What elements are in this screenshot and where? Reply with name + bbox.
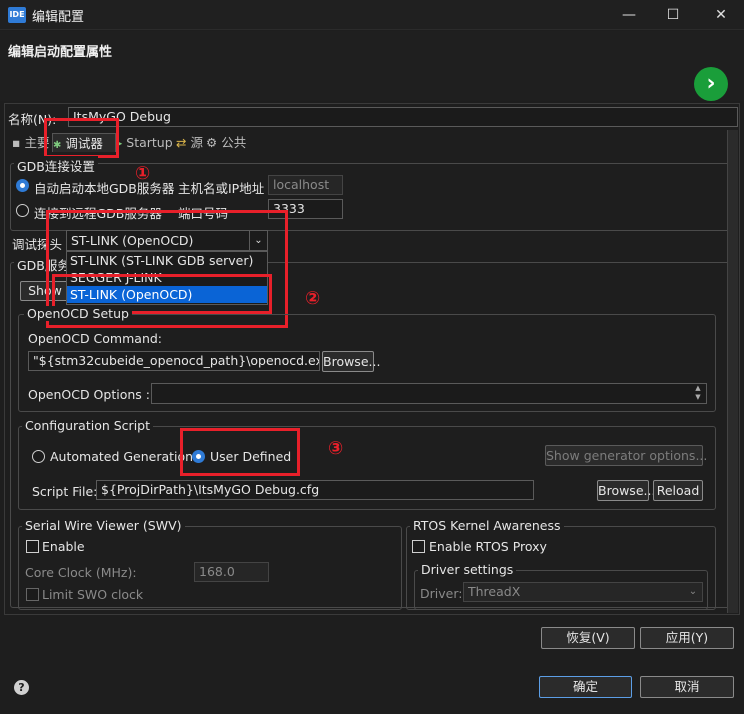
revert-button[interactable]: 恢复(V) bbox=[541, 627, 635, 649]
rtos-enable-label: Enable RTOS Proxy bbox=[429, 539, 547, 554]
annotation-2: ② bbox=[305, 288, 321, 309]
tab-startup[interactable]: ▸ Startup bbox=[116, 133, 173, 152]
openocd-setup-legend: OpenOCD Setup bbox=[24, 306, 132, 321]
auto-start-radio[interactable] bbox=[16, 179, 29, 192]
highlight-box-3 bbox=[180, 428, 300, 476]
core-clock-label: Core Clock (MHz): bbox=[25, 565, 137, 580]
apply-button[interactable]: 应用(Y) bbox=[640, 627, 734, 649]
openocd-options-label: OpenOCD Options : bbox=[28, 387, 150, 402]
help-icon[interactable]: ? bbox=[14, 680, 29, 695]
title-bar: IDE 编辑配置 — ☐ ✕ bbox=[0, 0, 744, 30]
rtos-enable-checkbox[interactable] bbox=[412, 540, 425, 553]
openocd-command-label: OpenOCD Command: bbox=[28, 331, 163, 346]
script-browse-button[interactable]: Browse... bbox=[597, 480, 655, 501]
app-icon: IDE bbox=[8, 7, 26, 23]
auto-start-label: 自动启动本地GDB服务器 bbox=[34, 181, 175, 196]
window-title: 编辑配置 bbox=[32, 10, 85, 25]
source-icon: ⇄ bbox=[176, 135, 187, 150]
rtos-legend: RTOS Kernel Awareness bbox=[410, 518, 564, 533]
host-label: 主机名或IP地址 bbox=[178, 181, 265, 196]
tab-source[interactable]: ⇄ 源 bbox=[176, 133, 203, 152]
openocd-command-input[interactable]: "${stm32cubeide_openocd_path}\openocd.ex… bbox=[28, 351, 320, 371]
gear-icon: ⚙ bbox=[206, 135, 218, 150]
driver-chevron-down-icon[interactable]: ⌄ bbox=[684, 583, 702, 601]
ok-button[interactable]: 确定 bbox=[539, 676, 632, 698]
cancel-button[interactable]: 取消 bbox=[640, 676, 734, 698]
limit-swo-checkbox[interactable] bbox=[26, 588, 39, 601]
openocd-options-input[interactable] bbox=[151, 383, 707, 404]
driver-label: Driver: bbox=[420, 586, 463, 601]
script-file-input[interactable]: ${ProjDirPath}\ItsMyGO Debug.cfg bbox=[96, 480, 534, 500]
minimize-icon[interactable]: — bbox=[606, 0, 652, 30]
close-icon[interactable]: ✕ bbox=[698, 0, 744, 30]
swv-enable-label: Enable bbox=[42, 539, 85, 554]
driver-settings-legend: Driver settings bbox=[418, 562, 517, 577]
options-scroll-icon[interactable]: ▲ ▼ bbox=[690, 384, 706, 403]
automated-generation-radio[interactable] bbox=[32, 450, 45, 463]
show-generator-options-button[interactable]: Show generator options... bbox=[545, 445, 707, 466]
limit-swo-label: Limit SWO clock bbox=[42, 587, 144, 602]
core-clock-input[interactable]: 168.0 bbox=[194, 562, 269, 582]
panel-scrollbar[interactable] bbox=[727, 130, 738, 613]
annotation-3: ③ bbox=[328, 438, 344, 459]
maximize-icon[interactable]: ☐ bbox=[650, 0, 696, 30]
name-input[interactable]: ItsMyGO Debug bbox=[68, 107, 738, 127]
header-title: 编辑启动配置属性 bbox=[8, 45, 113, 60]
go-arrow-icon: › bbox=[694, 67, 728, 101]
swv-legend: Serial Wire Viewer (SWV) bbox=[22, 518, 185, 533]
reload-button[interactable]: Reload bbox=[653, 480, 703, 501]
script-file-label: Script File: bbox=[32, 484, 98, 499]
swv-enable-checkbox[interactable] bbox=[26, 540, 39, 553]
file-icon: ▪ bbox=[12, 135, 21, 150]
automated-generation-label: Automated Generation bbox=[50, 449, 194, 464]
driver-select[interactable]: ThreadX bbox=[463, 582, 703, 602]
highlight-box-1 bbox=[44, 118, 119, 158]
gdb-connection-legend: GDB连接设置 bbox=[14, 156, 98, 175]
tab-common[interactable]: ⚙ 公共 bbox=[206, 133, 246, 152]
remote-server-radio[interactable] bbox=[16, 204, 29, 217]
host-input[interactable]: localhost bbox=[268, 175, 343, 195]
openocd-browse-button[interactable]: Browse... bbox=[322, 351, 380, 372]
dialog-header: 编辑启动配置属性 › bbox=[0, 31, 744, 101]
config-script-legend: Configuration Script bbox=[22, 418, 153, 433]
